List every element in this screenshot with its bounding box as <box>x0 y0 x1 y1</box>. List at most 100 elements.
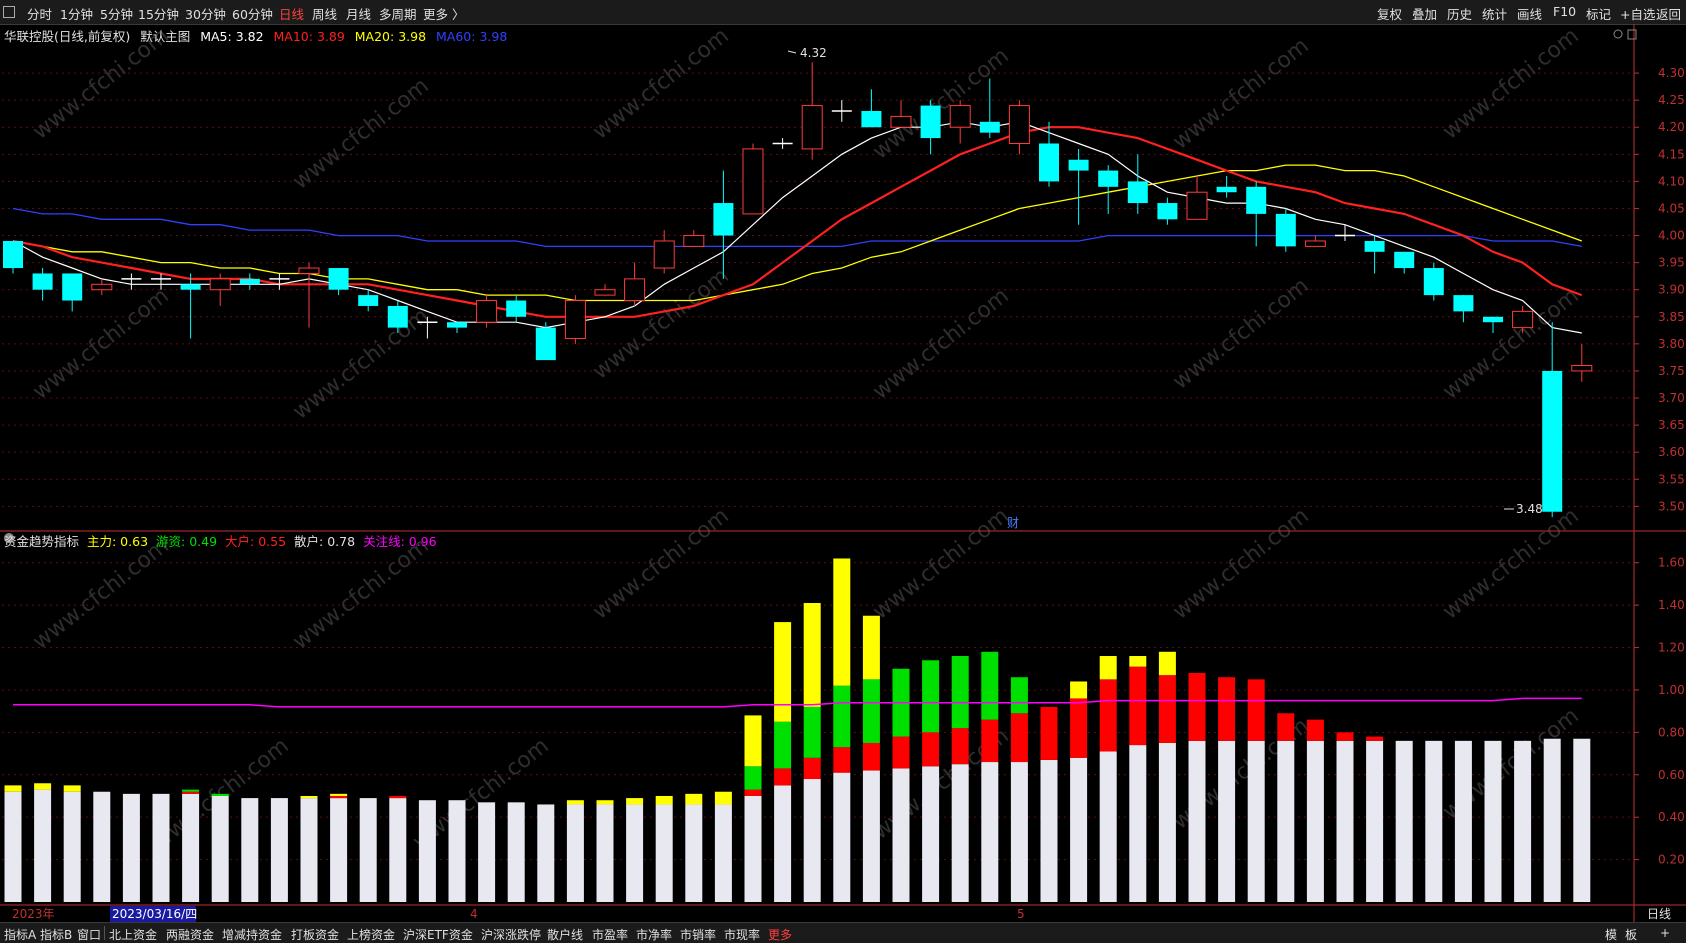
add-button[interactable]: + <box>1660 926 1670 940</box>
bar-zhuli[interactable] <box>862 615 880 680</box>
window-icon[interactable] <box>1627 29 1637 40</box>
candle-body-up[interactable] <box>91 283 113 291</box>
candle-body-down[interactable] <box>1039 143 1059 182</box>
bar-sanhu[interactable] <box>122 793 140 902</box>
candle-body-up[interactable] <box>594 289 616 296</box>
candle-body-down[interactable] <box>920 105 941 139</box>
bar-sanhu[interactable] <box>1425 740 1443 902</box>
bar-sanhu[interactable] <box>270 798 288 902</box>
bar-youzi[interactable] <box>981 651 999 720</box>
bar-dahu[interactable] <box>862 742 880 771</box>
bar-sanhu[interactable] <box>1573 738 1591 902</box>
tab-pe[interactable]: 市盈率 <box>592 926 628 943</box>
candle-body-down[interactable] <box>1216 186 1237 193</box>
bar-sanhu[interactable] <box>4 791 22 902</box>
bar-dahu[interactable] <box>389 795 407 799</box>
bar-sanhu[interactable] <box>1484 740 1502 902</box>
bar-zhuli[interactable] <box>833 558 851 686</box>
bar-sanhu[interactable] <box>714 804 732 902</box>
bar-dahu[interactable] <box>182 791 200 794</box>
tab-indicator-a[interactable]: 指标A <box>4 926 36 943</box>
bar-sanhu[interactable] <box>63 791 81 902</box>
bar-dahu[interactable] <box>1218 677 1236 741</box>
candle-body-up[interactable] <box>209 278 231 291</box>
bar-sanhu[interactable] <box>1040 759 1058 902</box>
candle-body-down[interactable] <box>1453 295 1474 312</box>
bar-sanhu[interactable] <box>744 795 762 902</box>
tab-ps[interactable]: 市销率 <box>680 926 716 943</box>
candle-body-down[interactable] <box>358 295 379 306</box>
bar-sanhu[interactable] <box>655 804 673 902</box>
tab-pb[interactable]: 市净率 <box>636 926 672 943</box>
candle-body-up[interactable] <box>1186 191 1208 220</box>
candle-body-down[interactable] <box>1275 213 1296 247</box>
candle-body-up[interactable] <box>1571 365 1593 372</box>
candle-body-down[interactable] <box>1364 240 1385 252</box>
bar-sanhu[interactable] <box>211 795 229 902</box>
bar-dahu[interactable] <box>1336 732 1354 741</box>
bar-sanhu[interactable] <box>182 793 200 902</box>
candle-body-up[interactable] <box>1512 310 1534 329</box>
bar-zhuli[interactable] <box>626 798 644 805</box>
tab-retail-line[interactable]: 散户线 <box>547 926 583 943</box>
bar-sanhu[interactable] <box>1158 742 1176 902</box>
chart-theme[interactable]: 默认主图 <box>140 29 190 44</box>
bar-sanhu[interactable] <box>1129 745 1147 902</box>
bar-sanhu[interactable] <box>1010 762 1028 902</box>
bar-dahu[interactable] <box>833 747 851 773</box>
bar-youzi[interactable] <box>922 660 940 733</box>
bar-sanhu[interactable] <box>152 793 170 902</box>
candle-body-down[interactable] <box>1127 181 1148 204</box>
bar-youzi[interactable] <box>211 793 229 796</box>
candle-body-down[interactable] <box>62 273 83 301</box>
candle-body-down[interactable] <box>1246 186 1267 214</box>
bar-sanhu[interactable] <box>685 804 703 902</box>
board-button[interactable]: 板 <box>1625 926 1637 943</box>
bar-dahu[interactable] <box>1306 719 1324 741</box>
bar-sanhu[interactable] <box>922 766 940 902</box>
bar-youzi[interactable] <box>862 679 880 743</box>
bar-youzi[interactable] <box>774 721 792 769</box>
tab-limit-up-fund[interactable]: 打板资金 <box>291 926 339 943</box>
bar-sanhu[interactable] <box>389 798 407 902</box>
bar-zhuli[interactable] <box>1158 651 1176 676</box>
bar-zhuli[interactable] <box>330 793 348 796</box>
tab-indicator-b[interactable]: 指标B <box>40 926 72 943</box>
tab-more[interactable]: 更多 <box>768 926 792 943</box>
bar-sanhu[interactable] <box>1514 740 1532 902</box>
candle-body-down[interactable] <box>1483 316 1503 323</box>
bar-dahu[interactable] <box>1010 713 1028 763</box>
candle-body-down[interactable] <box>328 268 349 290</box>
bar-zhuli[interactable] <box>1099 656 1117 680</box>
bar-youzi[interactable] <box>833 685 851 748</box>
bar-zhuli[interactable] <box>803 603 821 707</box>
bar-dahu[interactable] <box>1099 679 1117 752</box>
bar-zhuli[interactable] <box>300 795 318 799</box>
bar-dahu[interactable] <box>981 719 999 763</box>
bar-dahu[interactable] <box>774 768 792 786</box>
bar-sanhu[interactable] <box>1070 757 1088 902</box>
bar-sanhu[interactable] <box>1188 740 1206 902</box>
bar-zhuli[interactable] <box>34 783 52 790</box>
fund-trend-bars[interactable] <box>4 558 1591 902</box>
candle-body-down[interactable] <box>1394 251 1415 269</box>
bar-zhuli[interactable] <box>63 785 81 792</box>
candle-body-up[interactable] <box>476 300 498 323</box>
bar-sanhu[interactable] <box>1395 740 1413 902</box>
bar-dahu[interactable] <box>1040 706 1058 760</box>
candle-body-down[interactable] <box>1423 268 1444 296</box>
tab-northbound[interactable]: 北上资金 <box>109 926 157 943</box>
bar-zhuli[interactable] <box>655 795 673 805</box>
candle-body-down[interactable] <box>32 273 53 290</box>
bar-sanhu[interactable] <box>1306 740 1324 902</box>
candle-body-up[interactable] <box>1008 105 1030 144</box>
bar-sanhu[interactable] <box>951 764 969 902</box>
bar-dahu[interactable] <box>1158 675 1176 743</box>
tab-limit-stats[interactable]: 沪深涨跌停 <box>481 926 541 943</box>
bar-sanhu[interactable] <box>330 798 348 902</box>
bar-zhuli[interactable] <box>566 800 584 805</box>
bar-dahu[interactable] <box>330 795 348 799</box>
candle-body-down[interactable] <box>506 300 527 317</box>
financial-marker[interactable]: 财 <box>1007 516 1019 530</box>
candle-body-down[interactable] <box>180 284 201 290</box>
